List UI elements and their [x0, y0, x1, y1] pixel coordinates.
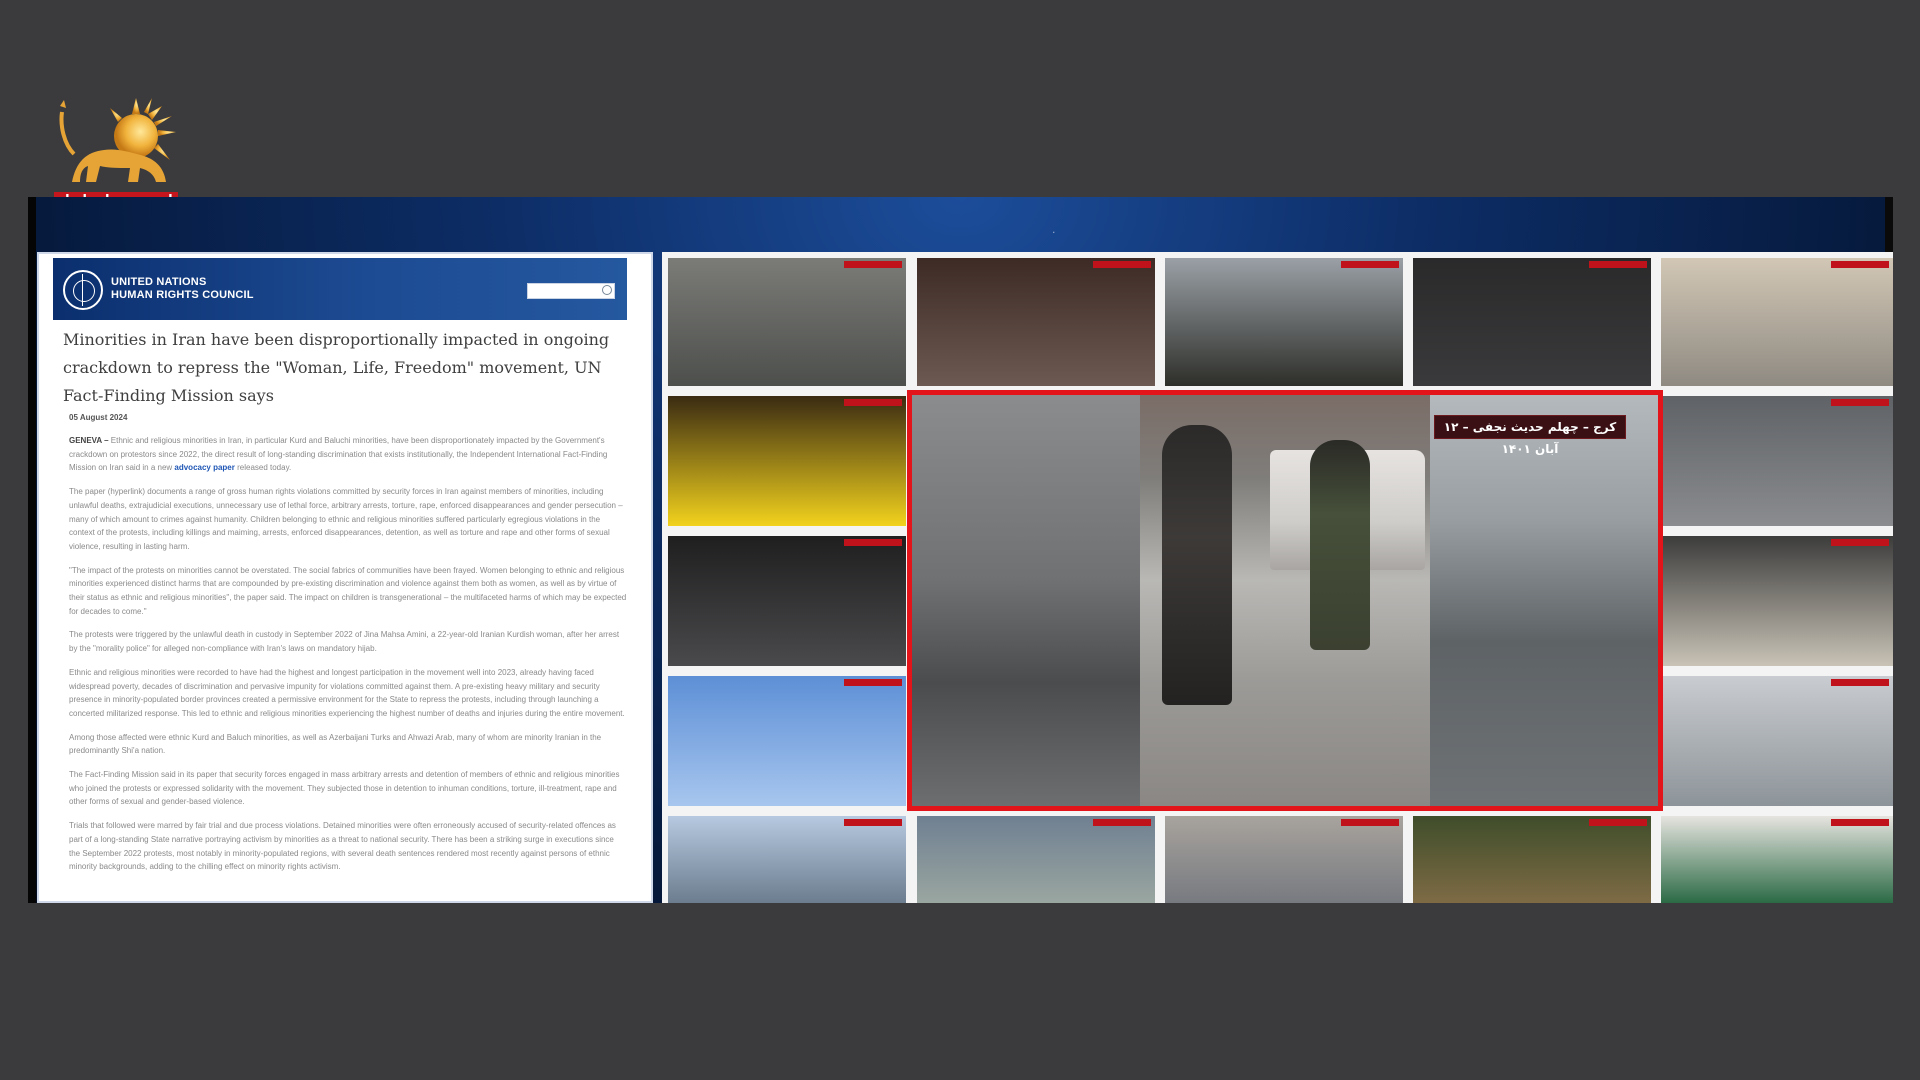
figure-in-black [1162, 425, 1232, 705]
thumbnail-location-tag [1341, 261, 1399, 268]
video-thumbnail[interactable] [668, 536, 906, 666]
video-thumbnail[interactable] [1661, 536, 1893, 666]
thumbnail-location-tag [1341, 819, 1399, 826]
thumbnail-location-tag [844, 399, 902, 406]
press-release-body: GENEVA – Ethnic and religious minorities… [69, 434, 627, 884]
dateline: GENEVA – [69, 436, 109, 445]
video-thumbnail[interactable] [917, 816, 1155, 903]
video-thumbnail[interactable] [1165, 816, 1403, 903]
video-thumbnail[interactable] [1661, 258, 1893, 386]
body-paragraph: The paper (hyperlink) documents a range … [69, 487, 623, 551]
un-press-release: UNITED NATIONS HUMAN RIGHTS COUNCIL Mino… [37, 252, 653, 903]
figure-in-green [1310, 440, 1370, 650]
thumbnail-location-tag [844, 819, 902, 826]
thumbnail-location-tag [1831, 399, 1889, 406]
video-thumbnail[interactable] [668, 396, 906, 526]
press-release-date: 05 August 2024 [69, 413, 128, 422]
video-thumbnail[interactable] [1413, 258, 1651, 386]
body-paragraph: Ethnic and religious minorities were rec… [69, 667, 625, 718]
thumbnail-location-tag [844, 679, 902, 686]
clip-center-frame [1140, 395, 1430, 806]
thumbnail-location-tag [844, 539, 902, 546]
un-org-name: UNITED NATIONS HUMAN RIGHTS COUNCIL [111, 276, 254, 302]
thumbnail-location-tag [1831, 539, 1889, 546]
thumbnail-location-tag [1831, 819, 1889, 826]
thumbnail-location-tag [1093, 819, 1151, 826]
un-emblem-icon [63, 270, 103, 310]
search-icon[interactable] [602, 285, 612, 295]
video-thumbnail[interactable] [668, 258, 906, 386]
clip-location-caption: کرج – چهلم حدیث نجفی – ۱۲ آبان ۱۴۰۱ [1434, 415, 1626, 456]
body-paragraph: The protests were triggered by the unlaw… [69, 630, 620, 654]
highlighted-video-clip[interactable]: کرج – چهلم حدیث نجفی – ۱۲ آبان ۱۴۰۱ [907, 390, 1663, 811]
video-thumbnail[interactable] [668, 816, 906, 903]
press-release-title: Minorities in Iran have been disproporti… [63, 330, 610, 405]
body-paragraph: GENEVA – Ethnic and religious minorities… [69, 434, 627, 475]
lion-and-sun-icon [59, 98, 176, 182]
video-thumbnail[interactable] [1661, 676, 1893, 806]
video-thumbnail[interactable] [1413, 816, 1651, 903]
thumbnail-location-tag [1831, 679, 1889, 686]
body-paragraph: Trials that followed were marred by fair… [69, 821, 616, 872]
video-thumbnail[interactable] [1165, 258, 1403, 386]
un-search-input[interactable] [527, 283, 615, 299]
thumbnail-location-tag [1589, 261, 1647, 268]
thumbnail-location-tag [1831, 261, 1889, 268]
video-thumbnail[interactable] [668, 676, 906, 806]
clip-blurred-left [912, 395, 1142, 806]
video-thumbnail[interactable] [1661, 396, 1893, 526]
body-paragraph: "The impact of the protests on minoritie… [69, 565, 627, 616]
thumbnail-location-tag [1093, 261, 1151, 268]
paragraph-text: Ethnic and religious minorities in Iran,… [69, 436, 608, 473]
un-org-line2: HUMAN RIGHTS COUNCIL [111, 289, 254, 301]
thumbnail-location-tag [844, 261, 902, 268]
frame-edge-left [28, 197, 36, 903]
thumbnail-location-tag [1589, 819, 1647, 826]
un-header-banner: UNITED NATIONS HUMAN RIGHTS COUNCIL [53, 258, 627, 320]
un-org-line1: UNITED NATIONS [111, 276, 207, 288]
video-thumbnail[interactable] [917, 258, 1155, 386]
video-thumbnail[interactable] [1661, 816, 1893, 903]
advocacy-paper-link[interactable]: advocacy paper [174, 463, 234, 472]
body-paragraph: Among those affected were ethnic Kurd an… [69, 732, 602, 756]
body-paragraph: The Fact-Finding Mission said in its pap… [69, 770, 620, 807]
paragraph-tail: released today. [234, 463, 292, 473]
